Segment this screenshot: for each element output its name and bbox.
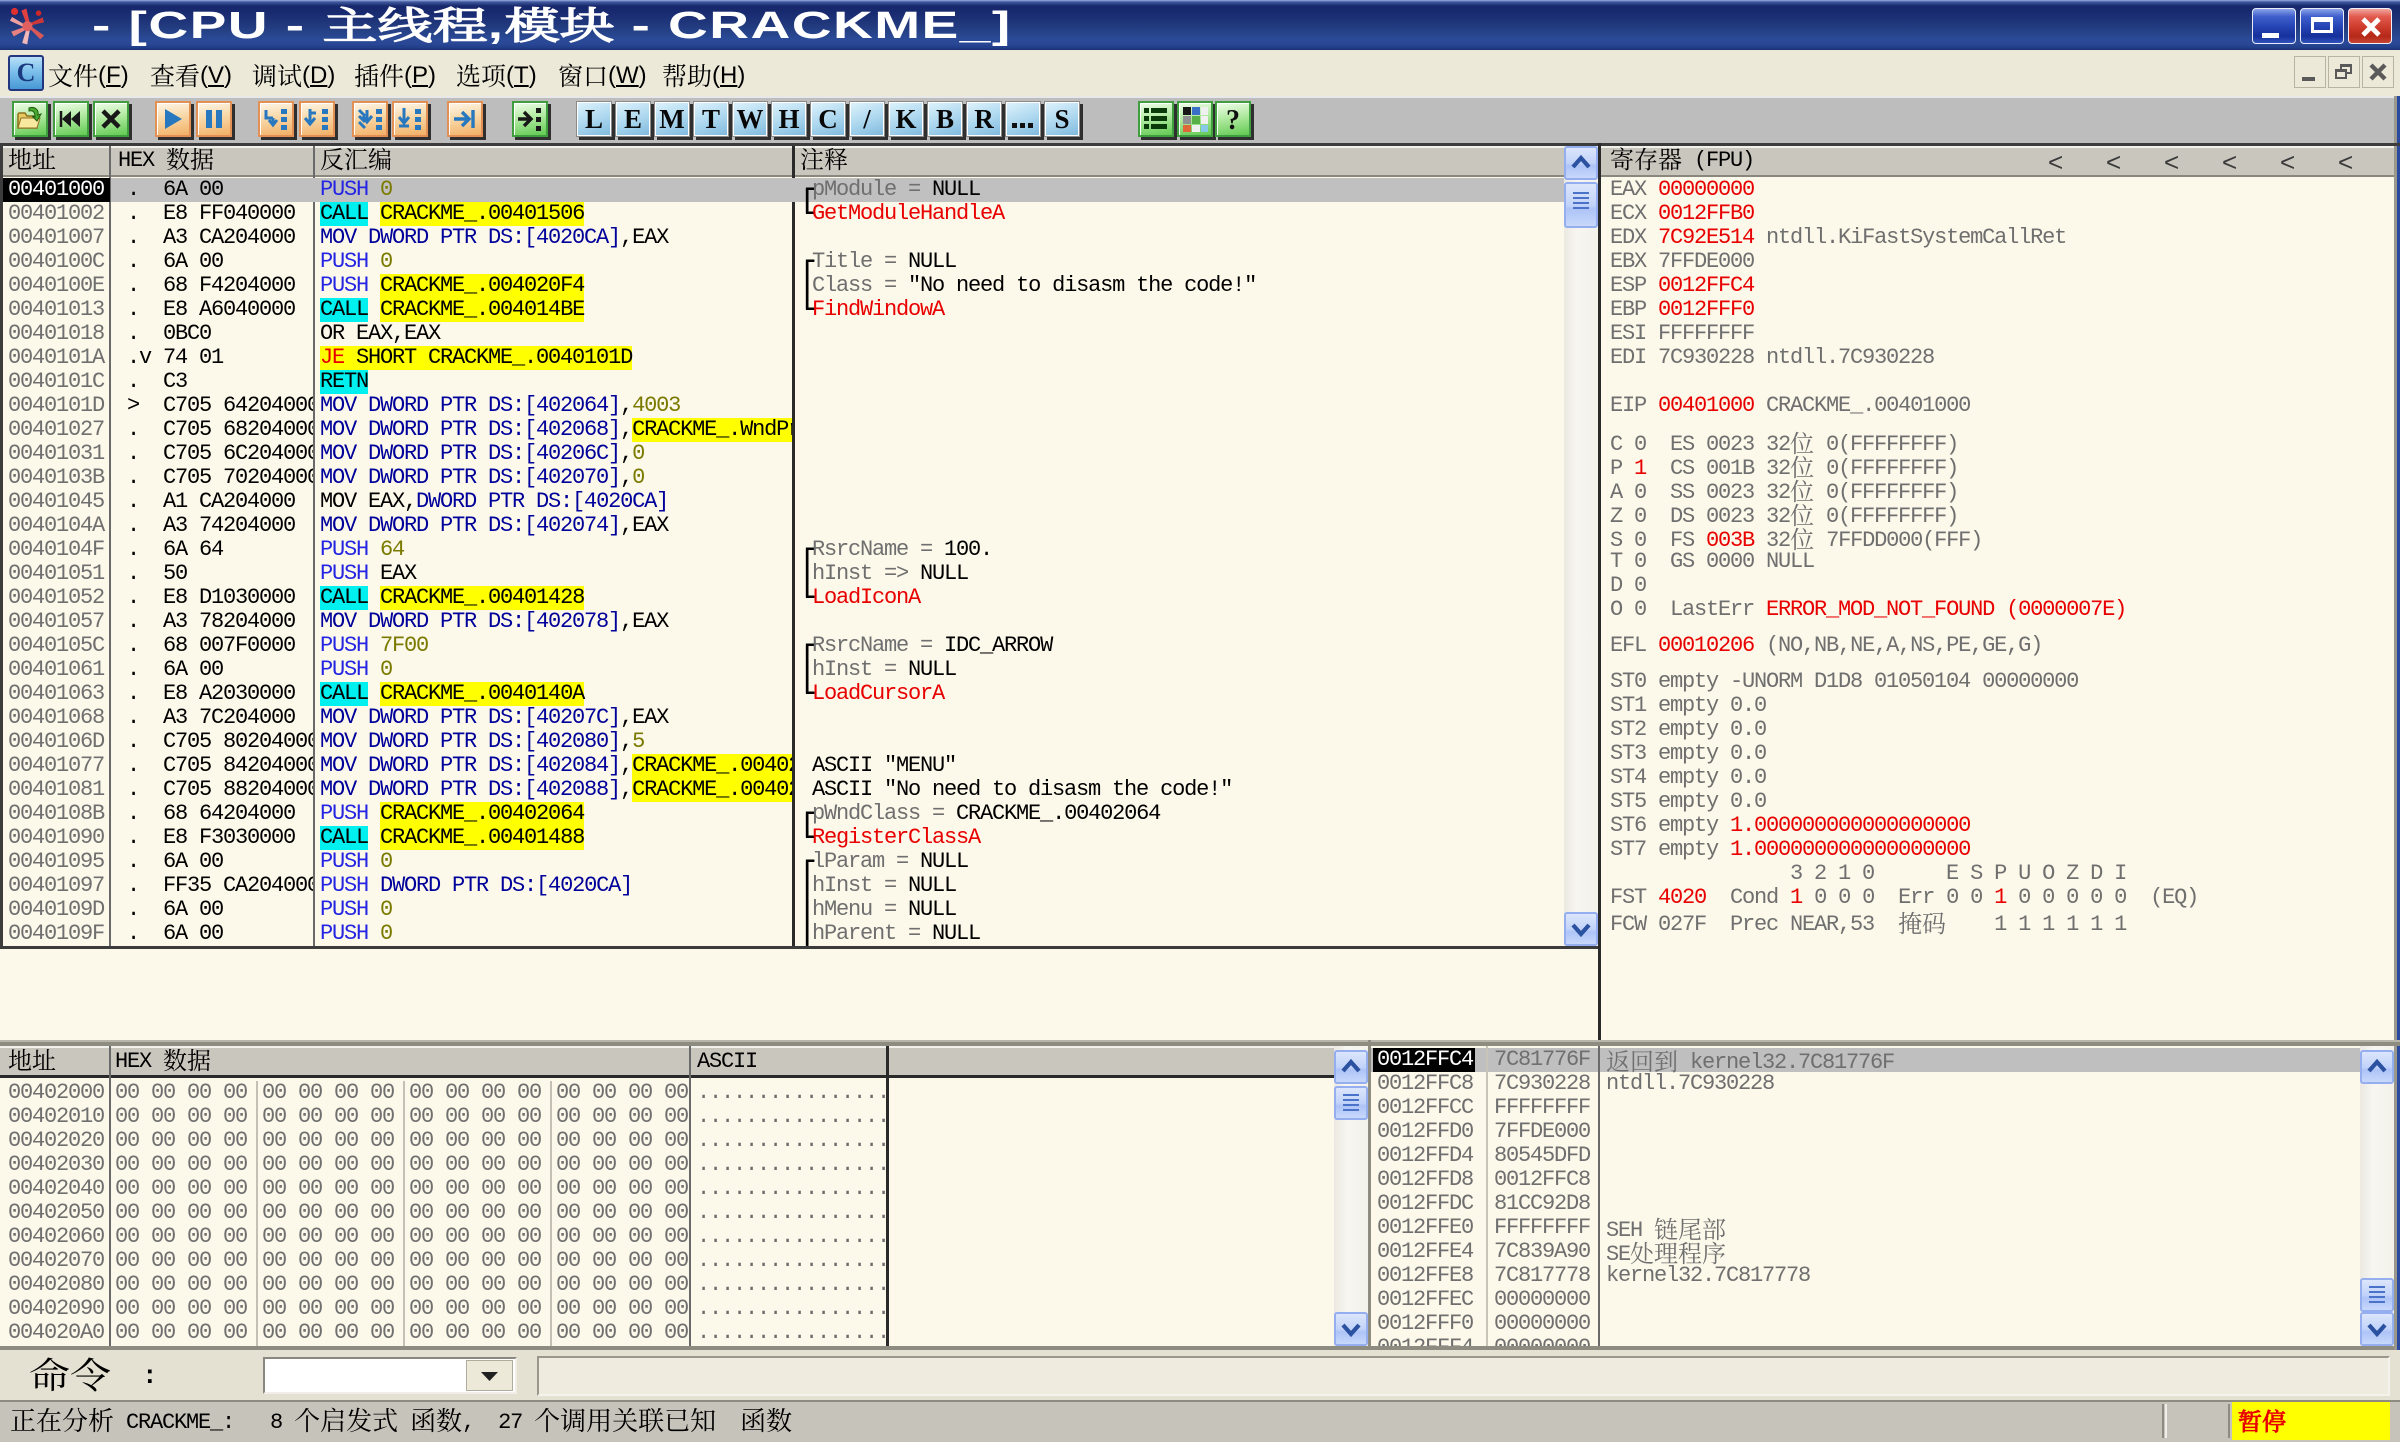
svg-text:?: ?: [1226, 105, 1240, 134]
